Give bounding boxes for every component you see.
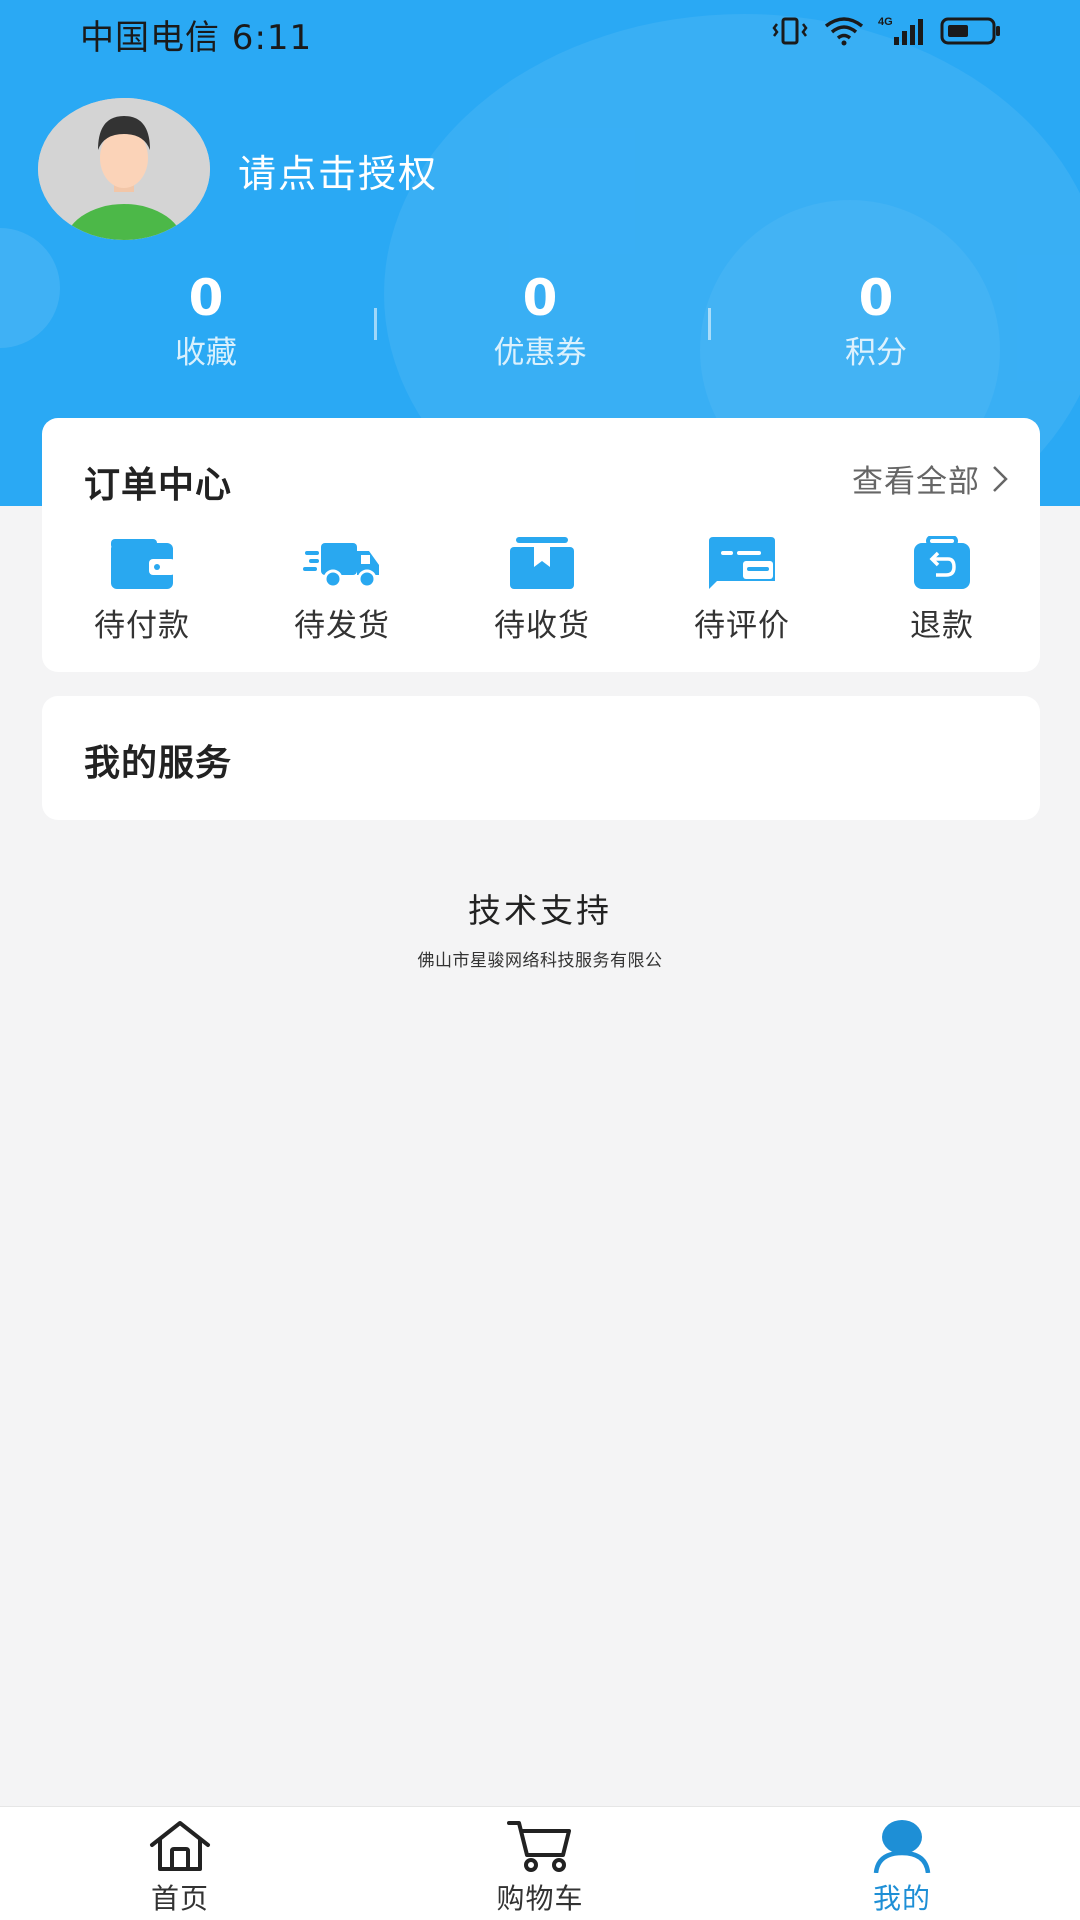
bottom-tab-bar: 首页 购物车 我的 (0, 1806, 1080, 1920)
avatar[interactable] (38, 98, 210, 240)
my-services-title: 我的服务 (84, 743, 233, 784)
cart-icon (507, 1821, 571, 1872)
status-icons: 4G (770, 14, 1002, 48)
stat-divider (374, 308, 377, 340)
tab-label: 我的 (872, 1882, 931, 1915)
stat-value: 0 (858, 269, 894, 327)
order-item-label: 待发货 (294, 608, 390, 644)
tab-cart[interactable]: 购物车 (440, 1819, 640, 1917)
stat-favorites[interactable]: 0 收藏 (86, 268, 326, 376)
order-item-label: 待付款 (94, 608, 190, 644)
avatar-image (38, 98, 210, 240)
stat-label: 优惠券 (493, 335, 587, 371)
tech-support: 技术支持 佛山市星骏网络科技服务有限公 (0, 884, 1080, 971)
home-icon (150, 1821, 210, 1871)
signal-icon: 4G (878, 16, 923, 45)
order-center-card: 订单中心 查看全部 待付款 待发货 待收货 待评价 退款 (42, 418, 1040, 672)
tab-label: 首页 (150, 1882, 209, 1915)
status-bar: 中国电信 6:11 4G (0, 0, 1080, 62)
order-item-label: 待收货 (494, 608, 590, 644)
stat-value: 0 (522, 269, 558, 327)
stat-value: 0 (188, 269, 224, 327)
order-pending-receipt[interactable]: 待收货 (472, 536, 612, 645)
order-pending-review[interactable]: 待评价 (672, 536, 812, 645)
stat-label: 收藏 (175, 335, 237, 371)
stat-points[interactable]: 0 积分 (756, 268, 996, 376)
user-icon (873, 1820, 931, 1873)
carrier-time: 中国电信 6:11 (80, 18, 313, 58)
tab-home[interactable]: 首页 (80, 1819, 280, 1917)
comment-icon (709, 537, 775, 589)
support-title: 技术支持 (468, 891, 612, 930)
support-company: 佛山市星骏网络科技服务有限公 (417, 951, 663, 971)
network-label: 4G (878, 16, 893, 28)
order-item-label: 退款 (910, 608, 974, 644)
tab-label: 购物车 (496, 1882, 584, 1915)
order-item-label: 待评价 (694, 608, 790, 644)
view-all-orders-link[interactable]: 查看全部 (852, 456, 1010, 501)
package-icon (510, 537, 574, 589)
battery-icon (940, 17, 1000, 45)
user-stats: 0 收藏 0 优惠券 0 积分 (0, 268, 1080, 378)
tab-profile[interactable]: 我的 (802, 1819, 1002, 1917)
authorize-prompt[interactable]: 请点击授权 (238, 143, 438, 198)
order-status-list: 待付款 待发货 待收货 待评价 退款 (42, 536, 1040, 646)
order-refund[interactable]: 退款 (872, 536, 1012, 645)
wallet-icon (111, 539, 175, 589)
my-services-card: 我的服务 (42, 696, 1040, 820)
order-pending-payment[interactable]: 待付款 (72, 536, 212, 645)
chevron-right-icon (993, 465, 1008, 492)
truck-icon (303, 543, 379, 589)
wifi-icon (824, 17, 864, 46)
order-pending-shipment[interactable]: 待发货 (272, 536, 412, 645)
stat-coupons[interactable]: 0 优惠券 (420, 268, 660, 376)
profile-page: 中国电信 6:11 4G 请点击授权 0 收藏 0 优惠券 0 积分 订单中心 … (0, 0, 1080, 1920)
stat-divider (708, 308, 711, 340)
refund-icon (914, 536, 970, 589)
stat-label: 积分 (845, 335, 907, 371)
view-all-label: 查看全部 (852, 464, 980, 500)
order-center-title: 订单中心 (84, 465, 233, 506)
vibrate-icon (772, 17, 808, 45)
